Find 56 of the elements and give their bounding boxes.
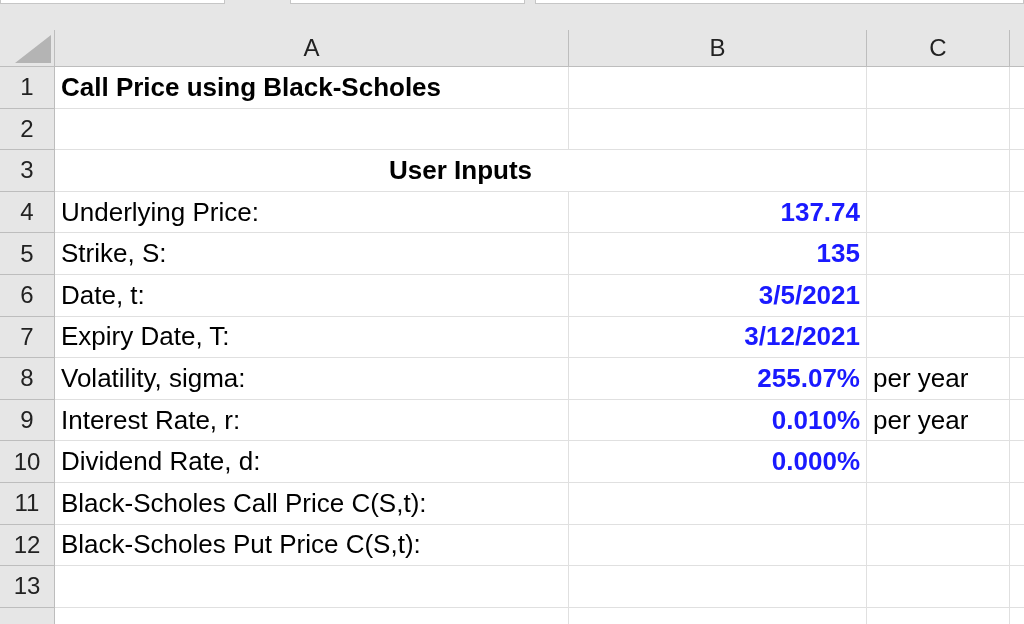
empty-cell[interactable] [867, 274, 1010, 317]
table-cell[interactable]: User Inputs [55, 150, 867, 192]
empty-cell[interactable] [867, 524, 1010, 567]
table-cell[interactable]: Interest Rate, r: [55, 399, 569, 442]
column-header[interactable]: C [867, 30, 1010, 66]
name-box[interactable] [0, 0, 225, 4]
table-cell[interactable]: Volatility, sigma: [55, 358, 569, 400]
table-cell[interactable]: Strike, S: [55, 233, 569, 275]
table-cell[interactable]: 137.74 [569, 191, 867, 234]
table-cell[interactable]: 3/5/2021 [569, 274, 867, 317]
empty-cell[interactable] [867, 482, 1010, 525]
row-header[interactable]: 5 [0, 233, 55, 275]
row-header[interactable]: 4 [0, 191, 55, 234]
empty-cell[interactable] [867, 150, 1010, 192]
row-header[interactable]: 10 [0, 441, 55, 483]
table-cell[interactable]: Black-Scholes Put Price C(S,t): [55, 524, 569, 567]
table-cell[interactable]: 0.000% [569, 441, 867, 483]
row-header[interactable]: 7 [0, 316, 55, 359]
row-header[interactable]: 2 [0, 108, 55, 151]
empty-cell[interactable] [867, 67, 1010, 109]
empty-cell[interactable] [867, 108, 1010, 151]
row-header[interactable]: 11 [0, 482, 55, 525]
column-header[interactable]: B [569, 30, 867, 66]
table-cell[interactable]: 135 [569, 233, 867, 275]
empty-cell[interactable] [569, 67, 867, 109]
formula-bar[interactable] [535, 0, 1024, 4]
row-header[interactable]: 12 [0, 524, 55, 567]
empty-cell[interactable] [867, 566, 1010, 608]
column-header[interactable]: A [55, 30, 569, 66]
table-cell[interactable]: Call Price using Black-Scholes [55, 67, 569, 109]
empty-cell[interactable] [867, 316, 1010, 359]
empty-cell[interactable] [867, 441, 1010, 483]
row-header[interactable]: 13 [0, 566, 55, 608]
table-cell[interactable]: 3/12/2021 [569, 316, 867, 359]
empty-cell[interactable] [569, 566, 867, 608]
table-cell[interactable]: 0.010% [569, 399, 867, 442]
formula-button[interactable] [290, 0, 525, 4]
empty-cell[interactable] [569, 524, 867, 567]
table-cell[interactable]: Date, t: [55, 274, 569, 317]
table-cell[interactable]: per year [867, 358, 1010, 400]
table-cell[interactable]: Black-Scholes Call Price C(S,t): [55, 482, 569, 525]
row-header[interactable]: 9 [0, 399, 55, 442]
row-header[interactable]: 6 [0, 274, 55, 317]
select-all-triangle-icon[interactable] [15, 35, 51, 63]
row-header[interactable]: 8 [0, 358, 55, 400]
table-cell[interactable]: Dividend Rate, d: [55, 441, 569, 483]
table-cell[interactable]: 255.07% [569, 358, 867, 400]
empty-cell[interactable] [867, 191, 1010, 234]
table-cell[interactable]: Underlying Price: [55, 191, 569, 234]
table-cell[interactable]: Expiry Date, T: [55, 316, 569, 359]
empty-cell[interactable] [569, 108, 867, 151]
row-header[interactable]: 1 [0, 67, 55, 109]
row-header[interactable]: 3 [0, 150, 55, 192]
empty-cell[interactable] [569, 482, 867, 525]
empty-cell[interactable] [867, 233, 1010, 275]
table-cell[interactable]: per year [867, 399, 1010, 442]
